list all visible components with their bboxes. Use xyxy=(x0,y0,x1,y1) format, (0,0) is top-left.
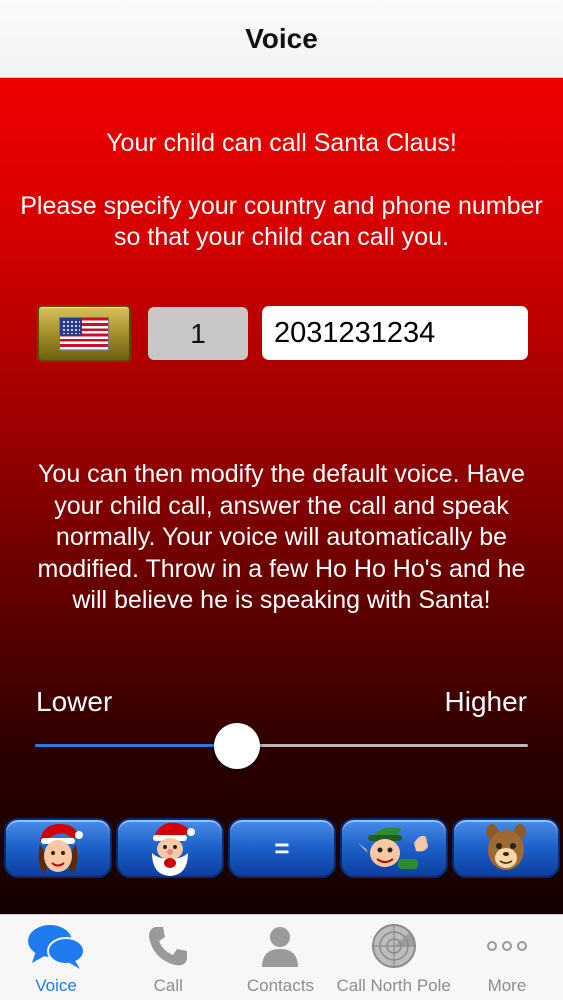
slider-fill xyxy=(35,744,238,747)
chipmunk-voice-button[interactable] xyxy=(452,818,560,878)
more-dots-icon xyxy=(477,920,537,972)
tab-more[interactable]: More xyxy=(451,915,563,1000)
lower-label: Lower xyxy=(36,686,113,717)
slider-thumb[interactable] xyxy=(214,723,261,769)
elf-voice-button[interactable] xyxy=(340,818,448,878)
tab-label-call: Call xyxy=(153,976,183,995)
higher-label: Higher xyxy=(444,686,527,717)
tab-contacts[interactable]: Contacts xyxy=(224,915,336,1000)
tab-bar: Voice Call Contacts Call North Pole More xyxy=(0,914,563,1000)
nav-bar: Voice xyxy=(0,0,563,78)
page-title: Voice xyxy=(245,23,318,54)
tab-label-contacts: Contacts xyxy=(246,976,314,995)
tab-voice[interactable]: Voice xyxy=(0,915,112,1000)
tab-call-north-pole[interactable]: Call North Pole xyxy=(337,915,451,1000)
intro-instructions: Please specify your country and phone nu… xyxy=(20,192,543,251)
tab-label-call-north-pole: Call North Pole xyxy=(336,976,451,995)
person-icon xyxy=(250,920,310,972)
santa-icon xyxy=(152,822,195,876)
pitch-slider[interactable] xyxy=(35,723,528,769)
phone-handset-icon xyxy=(138,920,198,972)
radar-icon xyxy=(364,920,424,972)
tab-label-voice: Voice xyxy=(35,976,77,995)
santa-voice-button[interactable] xyxy=(116,818,224,878)
phone-number-input[interactable] xyxy=(262,306,528,360)
voice-description: You can then modify the default voice. H… xyxy=(37,460,526,614)
speech-bubbles-icon xyxy=(26,920,86,972)
us-flag-icon xyxy=(59,316,109,351)
voice-preset-row: = xyxy=(0,818,563,878)
intro-headline: Your child can call Santa Claus! xyxy=(106,129,457,157)
country-code-field[interactable]: 1 xyxy=(148,307,248,360)
country-select-button[interactable] xyxy=(37,305,131,362)
voice-settings-panel: Your child can call Santa Claus! Please … xyxy=(0,78,563,914)
tab-call[interactable]: Call xyxy=(112,915,224,1000)
elf-icon xyxy=(358,827,428,869)
chipmunk-icon xyxy=(486,824,526,870)
normal-voice-button[interactable]: = xyxy=(228,818,336,878)
mrs-claus-icon xyxy=(38,824,83,874)
tab-label-more: More xyxy=(487,976,527,995)
mrs-claus-voice-button[interactable] xyxy=(4,818,112,878)
